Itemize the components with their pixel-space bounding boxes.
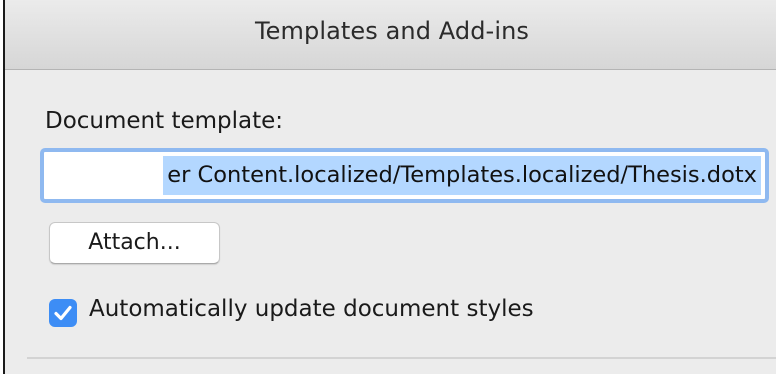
attach-button[interactable]: Attach... — [49, 222, 220, 264]
dialog-title: Templates and Add-ins — [254, 17, 530, 45]
auto-update-styles-checkbox[interactable] — [49, 299, 77, 327]
templates-dialog: Templates and Add-ins Document template:… — [3, 0, 776, 374]
selected-path-text: er Content.localized/Templates.localized… — [163, 156, 761, 195]
document-template-label: Document template: — [45, 108, 284, 134]
path-input-viewport: er Content.localized/Templates.localized… — [48, 156, 761, 195]
auto-update-styles-label: Automatically update document styles — [89, 296, 534, 322]
section-divider — [27, 357, 776, 359]
title-bar: Templates and Add-ins — [5, 0, 776, 70]
checkmark-icon — [54, 305, 72, 321]
document-template-path-input[interactable]: er Content.localized/Templates.localized… — [40, 148, 769, 203]
screenshot-frame: Templates and Add-ins Document template:… — [0, 0, 776, 374]
